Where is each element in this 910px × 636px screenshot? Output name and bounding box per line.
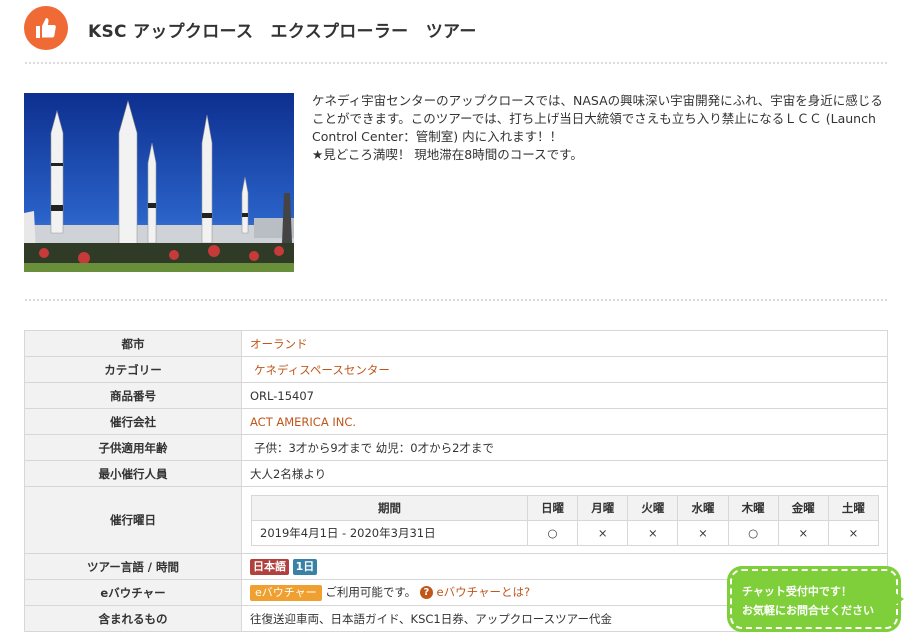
product-number-label: 商品番号 xyxy=(24,382,242,409)
operator-link[interactable]: ACT AMERICA INC. xyxy=(250,415,356,429)
city-link[interactable]: オーランド xyxy=(250,337,308,351)
table-row: 子供適用年齢 子供：3才から9才まで 幼児：0才から2才まで xyxy=(24,434,888,461)
day-mark-sat: × xyxy=(827,519,880,546)
day-header-sun: 日曜 xyxy=(526,494,579,521)
divider xyxy=(24,61,888,65)
operating-days-label: 催行曜日 xyxy=(24,486,242,554)
evoucher-help-link[interactable]: eバウチャーとは? xyxy=(437,585,531,599)
page-header: KSC アップクロース エクスプローラー ツアー xyxy=(24,6,888,50)
table-row: カテゴリー ケネディスペースセンター xyxy=(24,356,888,383)
min-participants-value: 大人2名様より xyxy=(241,460,888,487)
period-value: 2019年4月1日 - 2020年3月31日 xyxy=(251,519,528,546)
chat-line-2: お気軽にお問合せください xyxy=(742,604,874,617)
tour-description: ケネディ宇宙センターのアップクロースでは、NASAの興味深い宇宙開発にふれ、宇宙… xyxy=(312,92,888,164)
category-label: カテゴリー xyxy=(24,356,242,383)
child-age-label: 子供適用年齢 xyxy=(24,434,242,461)
day-mark-thu: ○ xyxy=(727,519,779,546)
table-row: 催行曜日 期間 日曜 月曜 火曜 水曜 木曜 金曜 土曜 2019年4月1日 -… xyxy=(24,486,888,554)
table-row: 最小催行人員 大人2名様より xyxy=(24,460,888,487)
city-label: 都市 xyxy=(24,330,242,357)
period-header: 期間 xyxy=(251,494,528,521)
description-highlight: ★見どころ満喫！ 現地滞在8時間のコースです。 xyxy=(312,147,583,162)
child-age-value: 子供：3才から9才まで 幼児：0才から2才まで xyxy=(241,434,888,461)
day-header-mon: 月曜 xyxy=(577,494,629,521)
chat-bubble-tail xyxy=(894,592,904,606)
day-header-fri: 金曜 xyxy=(777,494,829,521)
day-mark-wed: × xyxy=(677,519,729,546)
divider xyxy=(24,298,888,302)
page-title: KSC アップクロース エクスプローラー ツアー xyxy=(88,22,477,42)
min-participants-label: 最小催行人員 xyxy=(24,460,242,487)
chat-button[interactable]: チャット受付中です！ お気軽にお問合せください xyxy=(730,569,898,629)
day-mark-tue: × xyxy=(627,519,679,546)
day-header-tue: 火曜 xyxy=(627,494,679,521)
operating-days-table: 期間 日曜 月曜 火曜 水曜 木曜 金曜 土曜 2019年4月1日 - 2020… xyxy=(251,494,880,546)
question-icon: ? xyxy=(419,586,433,599)
duration-badge: 1日 xyxy=(292,558,318,575)
category-link[interactable]: ケネディスペースセンター xyxy=(250,363,390,377)
evoucher-badge: eバウチャー xyxy=(250,585,322,601)
day-header-sat: 土曜 xyxy=(827,494,880,521)
description-text: ケネディ宇宙センターのアップクロースでは、NASAの興味深い宇宙開発にふれ、宇宙… xyxy=(312,93,883,144)
includes-label: 含まれるもの xyxy=(24,605,242,632)
language-label: ツアー言語 / 時間 xyxy=(24,553,242,580)
tour-photo xyxy=(24,93,294,272)
evoucher-label: eバウチャー xyxy=(24,579,242,606)
table-row: 催行会社 ACT AMERICA INC. xyxy=(24,408,888,435)
table-row: 都市 オーランド xyxy=(24,330,888,357)
day-mark-fri: × xyxy=(777,519,829,546)
table-row: 商品番号 ORL-15407 xyxy=(24,382,888,409)
day-header-wed: 水曜 xyxy=(677,494,729,521)
operator-label: 催行会社 xyxy=(24,408,242,435)
chat-line-1: チャット受付中です！ xyxy=(742,585,852,598)
thumbs-up-icon xyxy=(24,6,68,50)
day-mark-sun: ○ xyxy=(526,519,579,546)
language-badge: 日本語 xyxy=(250,558,289,575)
day-header-thu: 木曜 xyxy=(727,494,779,521)
day-mark-mon: × xyxy=(577,519,629,546)
evoucher-text: ご利用可能です。 xyxy=(325,585,417,599)
product-number-value: ORL-15407 xyxy=(241,382,888,409)
